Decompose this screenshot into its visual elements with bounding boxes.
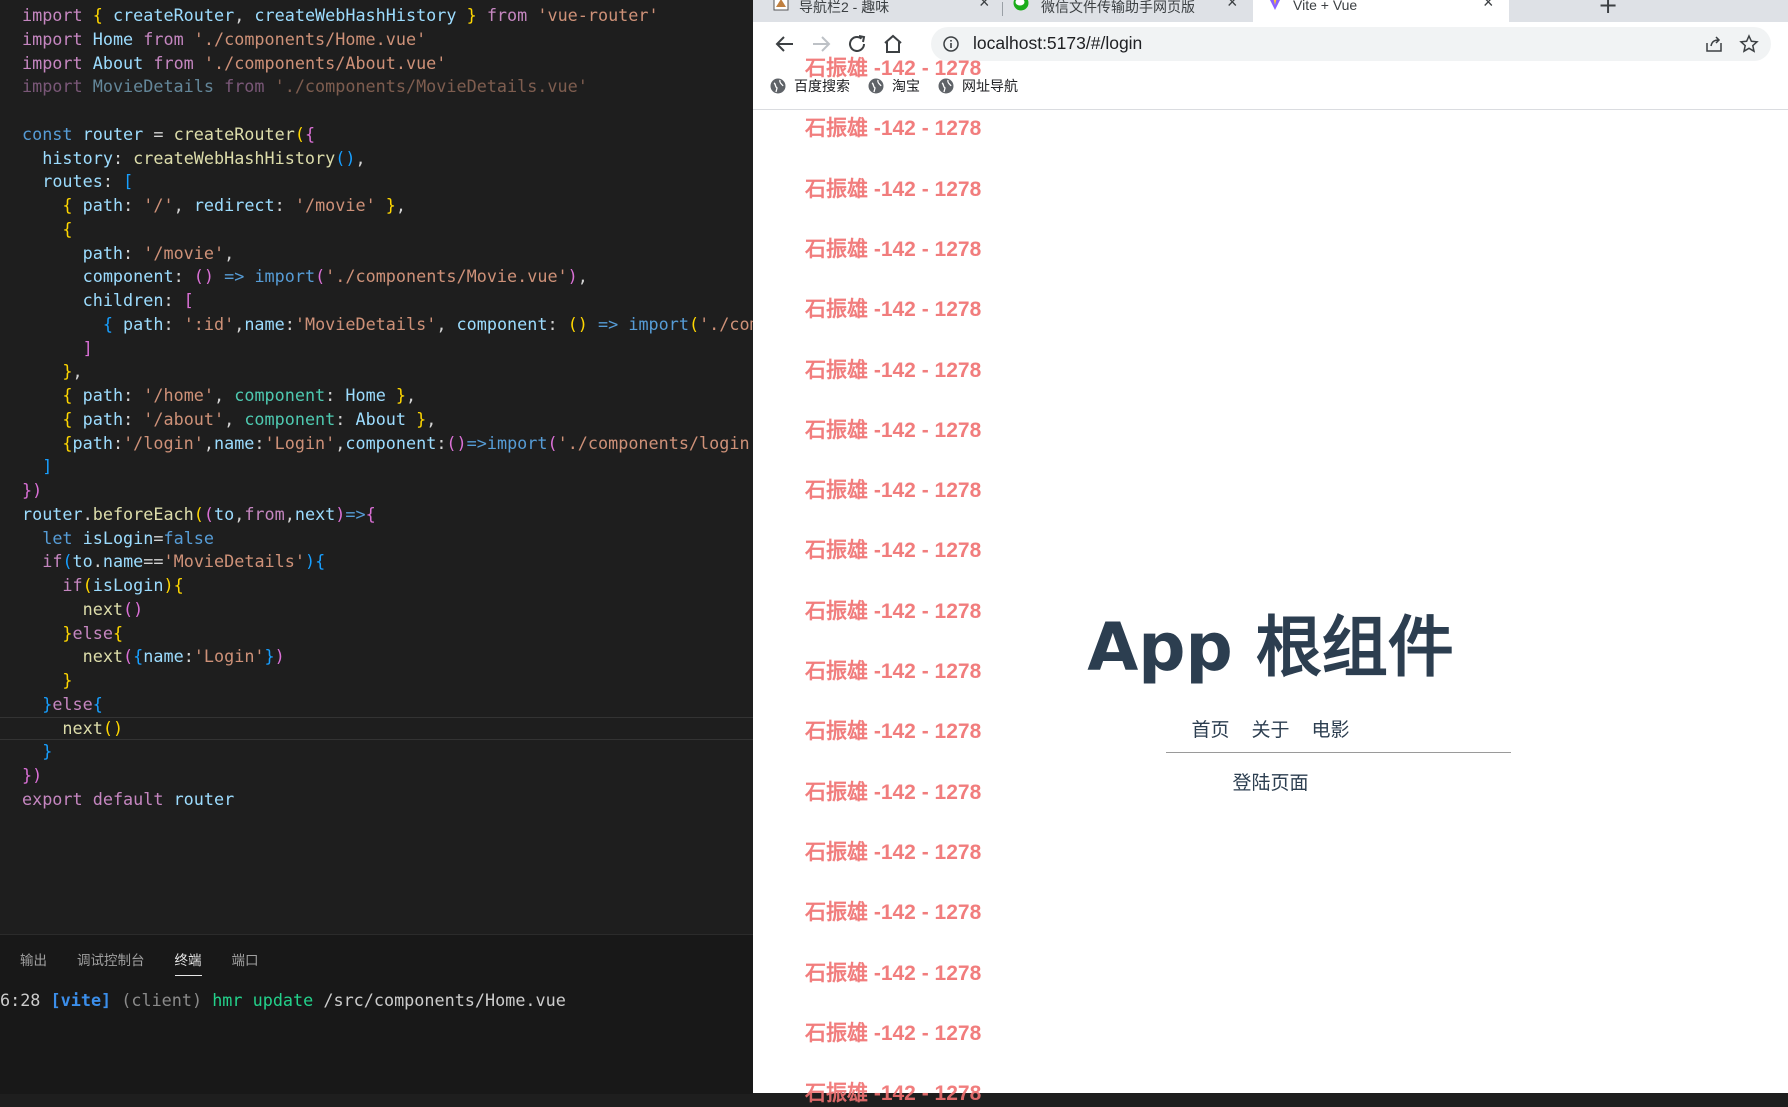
code-line[interactable]: {path:'/login',name:'Login',component:()…	[22, 432, 753, 456]
code-line[interactable]: history: createWebHashHistory(),	[22, 147, 753, 171]
code-line[interactable]: next()	[22, 598, 753, 622]
browser-toolbar: localhost:5173/#/login	[753, 22, 1788, 66]
code-line[interactable]: })	[22, 764, 753, 788]
page-viewport: App 根组件 首页 关于 电影 登陆页面	[753, 110, 1788, 1093]
code-line[interactable]: }else{	[22, 622, 753, 646]
bottom-panel: 输出 调试控制台 终端 端口 6:28 [vite] (client) hmr …	[0, 934, 753, 1094]
divider	[1166, 752, 1511, 753]
code-line[interactable]: import MovieDetails from './components/M…	[22, 75, 753, 99]
code-area[interactable]: import { createRouter, createWebHashHist…	[0, 4, 753, 812]
code-line[interactable]: }	[22, 669, 753, 693]
share-icon[interactable]	[1705, 35, 1723, 53]
bookmark-navigation[interactable]: 网址导航	[938, 76, 1018, 96]
code-line[interactable]: }else{	[22, 693, 753, 717]
home-icon[interactable]	[881, 32, 905, 56]
code-line[interactable]: routes: [	[22, 170, 753, 194]
panel-tab-output[interactable]: 输出	[20, 949, 47, 976]
browser-tab-3-label: Vite + Vue	[1293, 0, 1358, 13]
browser-window: 导航栏2 - 趣味 × 微信文件传输助手网页版 × Vite + Vue × +…	[753, 0, 1788, 1093]
bookmark-star-icon[interactable]	[1739, 34, 1759, 54]
browser-tab-2[interactable]: 微信文件传输助手网页版 ×	[1003, 0, 1253, 22]
terminal-client: (client)	[121, 990, 203, 1010]
close-tab-icon[interactable]: ×	[979, 0, 990, 13]
page-title: App 根组件	[1087, 609, 1454, 686]
forward-icon[interactable]	[809, 32, 833, 56]
code-line[interactable]: router.beforeEach((to,from,next)=>{	[22, 503, 753, 527]
address-bar[interactable]: localhost:5173/#/login	[931, 27, 1771, 61]
close-tab-icon[interactable]: ×	[1483, 0, 1494, 13]
code-line[interactable]: path: '/movie',	[22, 242, 753, 266]
globe-icon	[868, 78, 884, 94]
code-line[interactable]: next()	[0, 716, 753, 741]
bookmark-baidu[interactable]: 百度搜索	[770, 76, 850, 96]
wechat-icon	[1013, 0, 1029, 11]
nav-link-home[interactable]: 首页	[1191, 719, 1229, 741]
login-page-content: 登陆页面	[1232, 772, 1309, 794]
vite-icon	[1270, 0, 1280, 10]
code-line[interactable]: }	[22, 740, 753, 764]
code-line[interactable]: import About from './components/About.vu…	[22, 52, 753, 76]
terminal-path: /src/components/Home.vue	[323, 990, 566, 1010]
code-line[interactable]: {	[22, 218, 753, 242]
browser-tab-1[interactable]: 导航栏2 - 趣味 ×	[753, 0, 1003, 22]
bookmark-label: 百度搜索	[794, 78, 850, 94]
code-line[interactable]: if(to.name=='MovieDetails'){	[22, 550, 753, 574]
code-line[interactable]: ]	[22, 337, 753, 361]
code-line[interactable]: if(isLogin){	[22, 574, 753, 598]
code-line[interactable]: { path: ':id',name:'MovieDetails', compo…	[22, 313, 753, 337]
panel-tabs: 输出 调试控制台 终端 端口	[20, 949, 259, 976]
browser-tab-3[interactable]: Vite + Vue ×	[1253, 0, 1509, 22]
reload-icon[interactable]	[845, 32, 869, 56]
bookmarks-bar: 百度搜索 淘宝 网址导航	[753, 66, 1788, 110]
code-line[interactable]: { path: '/home', component: Home },	[22, 384, 753, 408]
nav-link-movie[interactable]: 电影	[1312, 719, 1350, 741]
new-tab-icon[interactable]: +	[1598, 0, 1618, 19]
code-line[interactable]: import { createRouter, createWebHashHist…	[22, 4, 753, 28]
terminal-time: 6:28	[0, 990, 41, 1010]
terminal-vite-tag: [vite]	[50, 990, 112, 1010]
bookmark-label: 淘宝	[892, 78, 920, 94]
panel-tab-debug-console[interactable]: 调试控制台	[77, 949, 145, 976]
terminal-output[interactable]: 6:28 [vite] (client) hmr update /src/com…	[0, 990, 566, 1010]
tab-strip: 导航栏2 - 趣味 × 微信文件传输助手网页版 × Vite + Vue × +	[753, 0, 1788, 22]
code-editor[interactable]: import { createRouter, createWebHashHist…	[0, 0, 753, 934]
globe-icon	[770, 78, 786, 94]
app-nav: 首页 关于 电影	[753, 715, 1788, 742]
browser-tab-2-label: 微信文件传输助手网页版	[1041, 0, 1195, 15]
bookmark-label: 网址导航	[962, 78, 1018, 94]
code-line[interactable]: children: [	[22, 289, 753, 313]
globe-icon	[938, 78, 954, 94]
bookmark-taobao[interactable]: 淘宝	[868, 76, 920, 96]
browser-tab-1-label: 导航栏2 - 趣味	[799, 0, 890, 15]
code-line[interactable]: export default router	[22, 788, 753, 812]
panel-tab-ports[interactable]: 端口	[232, 949, 259, 976]
address-url[interactable]: localhost:5173/#/login	[973, 33, 1142, 54]
code-line[interactable]: })	[22, 479, 753, 503]
close-tab-icon[interactable]: ×	[1227, 0, 1238, 13]
code-line[interactable]: next({name:'Login'})	[22, 645, 753, 669]
code-line[interactable]: },	[22, 360, 753, 384]
code-line[interactable]: const router = createRouter({	[22, 123, 753, 147]
nav-link-about[interactable]: 关于	[1251, 719, 1289, 741]
code-line[interactable]	[22, 99, 753, 123]
back-icon[interactable]	[773, 32, 797, 56]
code-line[interactable]: { path: '/', redirect: '/movie' },	[22, 194, 753, 218]
code-line[interactable]: import Home from './components/Home.vue'	[22, 28, 753, 52]
code-line[interactable]: let isLogin=false	[22, 527, 753, 551]
panel-tab-terminal[interactable]: 终端	[174, 949, 202, 976]
info-icon[interactable]	[943, 36, 959, 52]
page-favicon-icon	[773, 0, 789, 11]
terminal-hmr: hmr update	[212, 990, 314, 1010]
code-line[interactable]: { path: '/about', component: About },	[22, 408, 753, 432]
code-line[interactable]: ]	[22, 455, 753, 479]
code-line[interactable]: component: () => import('./components/Mo…	[22, 265, 753, 289]
